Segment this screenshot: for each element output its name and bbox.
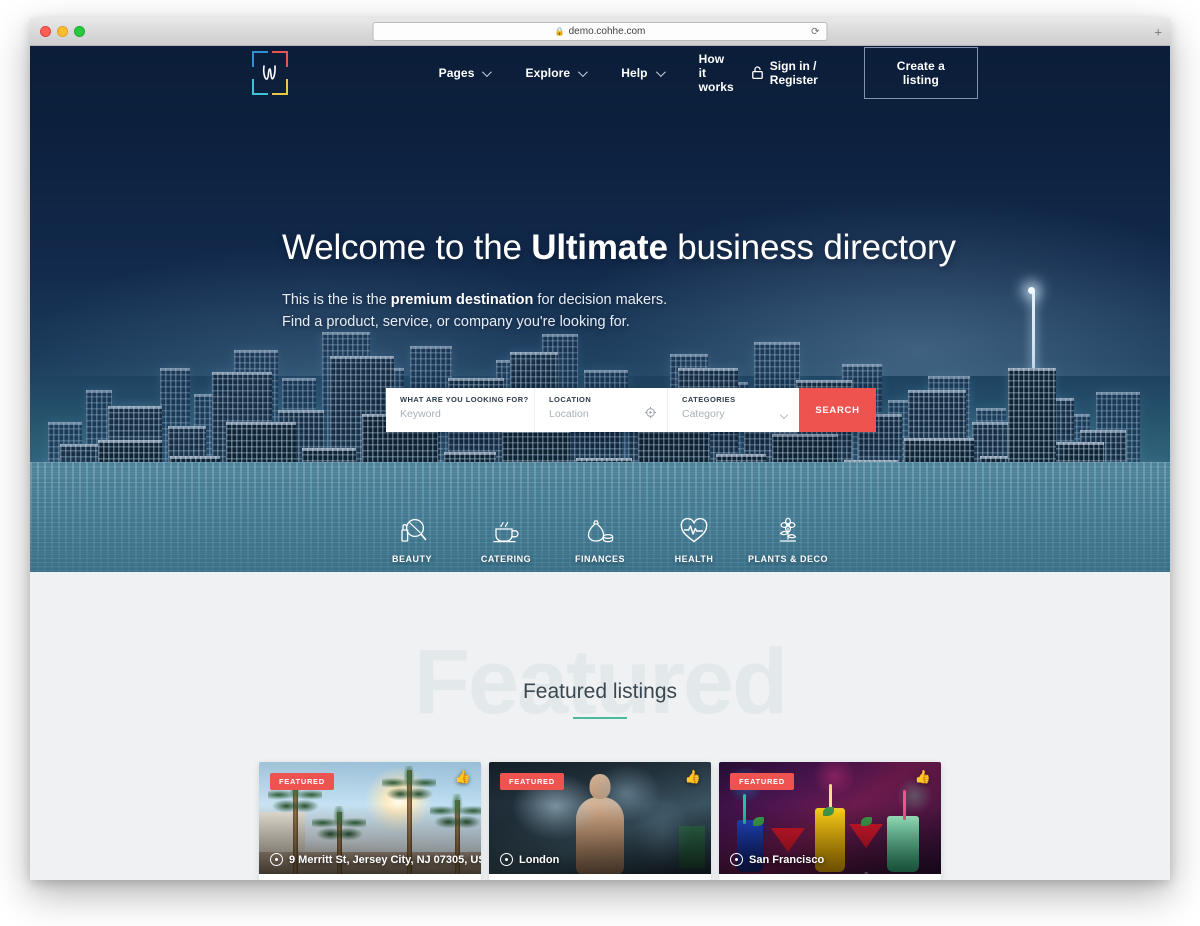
maximize-window-button[interactable] <box>74 26 85 37</box>
lipstick-mirror-icon <box>397 515 427 545</box>
tower-light <box>1028 287 1035 294</box>
category-finances[interactable]: FINANCES <box>553 515 647 564</box>
chevron-down-icon <box>578 66 589 77</box>
category-label: FINANCES <box>574 554 625 564</box>
site-logo[interactable] <box>252 51 288 95</box>
category-strip: BEAUTY CATERING FINANCES HEALTH PLANTS &… <box>30 515 1170 564</box>
chevron-down-icon <box>482 66 493 77</box>
unlock-icon <box>751 65 763 81</box>
location-input[interactable]: Location <box>549 408 653 420</box>
hero-sub-strong: premium destination <box>390 292 534 308</box>
listing-location-text: London <box>519 853 560 866</box>
money-bag-icon <box>585 515 615 545</box>
featured-badge: FEATURED <box>730 773 794 790</box>
map-pin-icon <box>730 853 743 866</box>
hero-copy: Welcome to the Ultimate business directo… <box>282 228 956 333</box>
listing-card[interactable]: FEATURED 👍 9 Merritt St, Jersey City, NJ… <box>259 762 481 880</box>
thumbs-up-icon[interactable]: 👍 <box>685 770 701 783</box>
listing-location: London <box>500 853 559 866</box>
address-bar-url: demo.cohhe.com <box>568 26 646 37</box>
create-listing-button[interactable]: Create a listing <box>863 47 978 99</box>
minimize-window-button[interactable] <box>57 26 68 37</box>
hero-subtitle-line1: This is the is the premium destination f… <box>282 289 956 311</box>
hero-title-strong: Ultimate <box>531 228 668 267</box>
listing-location: San Francisco <box>730 853 824 866</box>
hero-section: Pages Explore Help How it works Sign in … <box>30 46 1170 572</box>
listing-location-text: 9 Merritt St, Jersey City, NJ 07305, USA <box>289 853 481 866</box>
sign-in-label: Sign in / Register <box>769 59 818 87</box>
address-bar[interactable]: 🔒 demo.cohhe.com ⟳ <box>372 22 828 41</box>
category-label: PLANTS & DECO <box>747 554 828 564</box>
hero-title-pre: Welcome to the <box>282 228 532 267</box>
site-navigation: Pages Explore Help How it works Sign in … <box>30 46 1170 100</box>
category-plants-deco[interactable]: PLANTS & DECO <box>741 515 835 564</box>
lock-icon: 🔒 <box>554 26 565 36</box>
search-field-category[interactable]: CATEGORIES Category <box>667 388 799 432</box>
nav-item-help[interactable]: Help <box>603 66 680 80</box>
listing-card[interactable]: FEATURED 👍 London <box>489 762 711 880</box>
thumbs-up-icon[interactable]: 👍 <box>915 770 931 783</box>
search-field-location[interactable]: LOCATION Location <box>534 388 667 432</box>
category-label: BEAUTY <box>391 554 432 564</box>
hero-subtitle-line2: Find a product, service, or company you'… <box>282 314 630 330</box>
reload-icon[interactable]: ⟳ <box>811 26 819 37</box>
search-button[interactable]: SEARCH <box>799 388 876 432</box>
nav-item-explore[interactable]: Explore <box>507 66 603 80</box>
thumbs-up-icon[interactable]: 👍 <box>455 770 471 783</box>
target-icon[interactable] <box>644 406 657 421</box>
nav-item-label: Explore <box>525 66 571 80</box>
featured-badge: FEATURED <box>500 773 564 790</box>
category-catering[interactable]: CATERING <box>459 515 553 564</box>
featured-heading: Featured listings <box>522 680 678 703</box>
map-pin-icon <box>270 853 283 866</box>
nav-item-label: Help <box>621 66 648 80</box>
featured-cards: FEATURED 👍 9 Merritt St, Jersey City, NJ… <box>30 762 1170 880</box>
keyword-input[interactable]: Keyword <box>400 408 520 420</box>
categories-label: CATEGORIES <box>682 395 736 404</box>
featured-section: Featured Featured listings FEATURED 👍 9 … <box>30 572 1170 880</box>
hero-title: Welcome to the Ultimate business directo… <box>282 228 956 268</box>
category-health[interactable]: HEALTH <box>647 515 741 564</box>
heart-pulse-icon <box>679 515 709 545</box>
page-viewport: Pages Explore Help How it works Sign in … <box>30 46 1170 880</box>
sign-in-register-link[interactable]: Sign in / Register <box>751 59 845 87</box>
nav-item-label: Pages <box>438 66 475 80</box>
map-pin-icon <box>500 853 513 866</box>
hero-sub-pre: This is the is the <box>282 292 391 308</box>
logo-w-mark <box>252 51 288 95</box>
nav-menu: Pages Explore Help How it works <box>421 52 752 94</box>
nav-item-pages[interactable]: Pages <box>421 66 508 80</box>
traffic-lights <box>40 26 85 37</box>
keyword-label: WHAT ARE YOU LOOKING FOR? <box>400 395 529 404</box>
category-label: HEALTH <box>674 554 714 564</box>
hero-title-post: business directory <box>667 228 956 267</box>
close-window-button[interactable] <box>40 26 51 37</box>
category-label: CATERING <box>480 554 532 564</box>
browser-chrome-bar: 🔒 demo.cohhe.com ⟳ + <box>30 18 1170 46</box>
browser-window: 🔒 demo.cohhe.com ⟳ + Pages Explore Help … <box>30 18 1170 880</box>
hero-sub-post: for decision makers. <box>533 292 668 308</box>
heading-underline <box>573 717 627 719</box>
flower-icon <box>773 515 803 545</box>
coffee-cup-icon <box>491 515 521 545</box>
search-field-keyword[interactable]: WHAT ARE YOU LOOKING FOR? Keyword <box>386 388 534 432</box>
hero-subtitle: This is the is the premium destination f… <box>282 289 956 333</box>
plus-icon[interactable]: + <box>1154 25 1162 38</box>
nav-item-how-it-works[interactable]: How it works <box>681 52 752 94</box>
listing-card[interactable]: FEATURED 👍 San Francisco <box>719 762 941 880</box>
listing-location: 9 Merritt St, Jersey City, NJ 07305, USA <box>270 853 481 866</box>
search-bar: WHAT ARE YOU LOOKING FOR? Keyword LOCATI… <box>386 388 876 432</box>
chevron-down-icon <box>655 66 666 77</box>
featured-badge: FEATURED <box>270 773 334 790</box>
nav-actions: Sign in / Register Create a listing <box>751 47 978 99</box>
category-beauty[interactable]: BEAUTY <box>365 515 459 564</box>
category-select[interactable]: Category <box>682 408 785 420</box>
location-label: LOCATION <box>549 395 592 404</box>
nav-item-label: How it works <box>698 52 734 94</box>
listing-location-text: San Francisco <box>749 853 825 866</box>
